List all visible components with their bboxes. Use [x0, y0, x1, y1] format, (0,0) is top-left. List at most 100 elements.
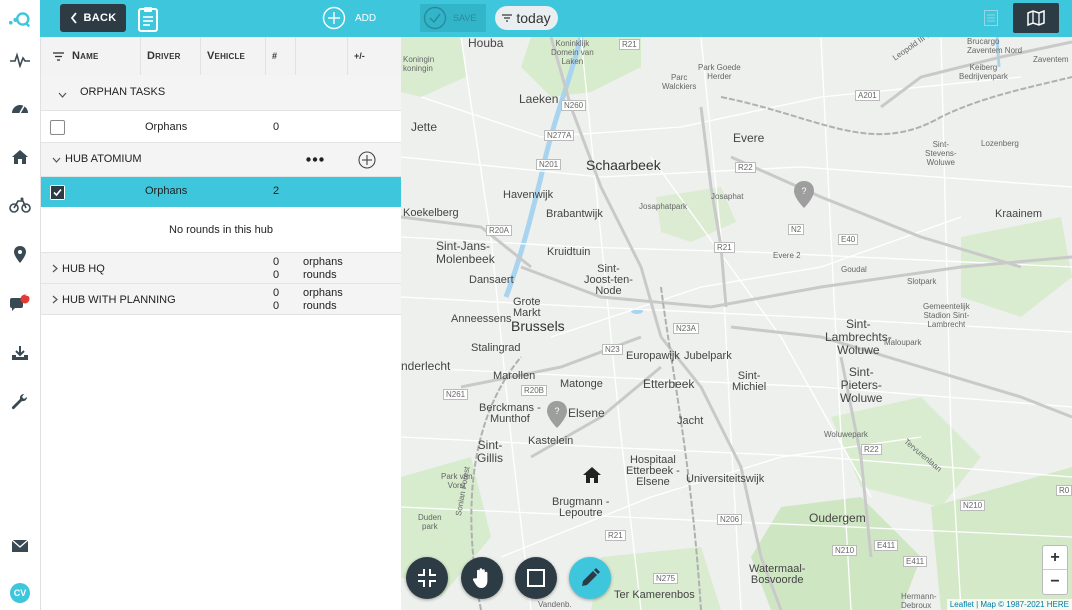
map-label-elsene: Elsene [568, 406, 605, 420]
table-header: Name Driver Vehicle # +/- [41, 37, 401, 76]
draw-button[interactable] [569, 557, 611, 599]
orphans-label: orphans [303, 256, 343, 268]
road-badge: R0 [1056, 485, 1072, 496]
group-hub-atomium[interactable]: HUB ATOMIUM [41, 143, 401, 177]
column-count[interactable]: # [266, 37, 296, 75]
group-title: ORPHAN TASKS [80, 86, 166, 98]
zoom-out-button[interactable]: − [1043, 570, 1067, 593]
bicycle-icon[interactable] [8, 193, 32, 217]
column-vehicle[interactable]: Vehicle [201, 37, 266, 75]
empty-hub-message: No rounds in this hub [169, 224, 273, 236]
map-label-sint-pieters-woluwe: Sint- Pieters- Woluwe [840, 365, 883, 405]
column-plus-minus[interactable]: +/- [348, 37, 401, 75]
map-label-parc-walckiers: Parc Walckiers [662, 73, 697, 91]
wrench-icon[interactable] [8, 390, 32, 414]
map-label-anneessens: Anneessens [451, 313, 512, 325]
map-label-evere: Evere [733, 131, 765, 145]
mail-icon[interactable] [8, 534, 32, 558]
column-name[interactable]: Name [41, 37, 141, 75]
check-circle-icon [423, 6, 447, 30]
map-label-stalingrad: Stalingrad [471, 342, 521, 354]
row-driver: Orphans [145, 185, 188, 197]
empty-hub-message-row: No rounds in this hub [41, 207, 401, 253]
sort-icon [53, 51, 64, 61]
back-label: BACK [83, 12, 117, 24]
map-label-brabantwijk: Brabantwijk [546, 208, 603, 220]
orphans-label: orphans [303, 287, 343, 299]
logo-icon[interactable] [8, 7, 32, 31]
map-label-universiteitswijk: Universiteitswijk [686, 473, 765, 485]
download-icon[interactable] [8, 341, 32, 365]
map-label-ter-kamerenbos: Ter Kamerenbos [614, 589, 695, 601]
rounds-count: 0 [273, 300, 280, 312]
map-label-jacht: Jacht [677, 415, 704, 427]
column-spacer [296, 37, 348, 75]
map-label-kastelein: Kastelein [528, 435, 574, 447]
back-button[interactable]: BACK [60, 4, 126, 32]
add-button[interactable]: ADD [322, 6, 376, 30]
activity-icon[interactable] [8, 48, 32, 72]
chevron-down-icon [52, 157, 61, 163]
plus-circle-icon [322, 6, 346, 30]
road-badge: N275 [653, 573, 679, 584]
date-filter[interactable]: today [495, 6, 558, 30]
map-label-dansaert: Dansaert [469, 274, 514, 286]
dashboard-gauge-icon[interactable] [8, 96, 32, 120]
map-view-button[interactable] [1013, 3, 1059, 33]
map-pin-unknown-1[interactable]: ? [794, 181, 814, 209]
chevron-left-icon [70, 12, 77, 24]
map-label-goudal: Goudal [841, 265, 867, 274]
road-badge: N23 [602, 344, 623, 355]
group-hub-with-planning[interactable]: HUB WITH PLANNING 0 orphans 0 rounds [41, 284, 401, 315]
attribution-link[interactable]: Leaflet | Map © 1987-2021 HERE [950, 600, 1069, 609]
square-select-icon [527, 569, 545, 587]
avatar[interactable]: CV [8, 581, 32, 605]
zoom-in-button[interactable]: + [1043, 546, 1067, 570]
zoom-control: + − [1042, 545, 1068, 595]
map-pin-unknown-2[interactable]: ? [547, 401, 567, 429]
map-label-anderlecht: nderlecht [401, 359, 451, 373]
table-row-selected[interactable]: Orphans 2 [41, 177, 401, 207]
map-label-sint-lambrechts-woluwe: Sint- Lambrechts- Woluwe [825, 317, 892, 357]
group-orphan-tasks[interactable]: ORPHAN TASKS [41, 75, 401, 111]
clipboard-icon[interactable] [137, 6, 159, 37]
list-view-icon[interactable] [984, 10, 998, 31]
group-hub-hq[interactable]: HUB HQ 0 orphans 0 rounds [41, 253, 401, 284]
select-area-button[interactable] [515, 557, 557, 599]
chat-icon[interactable]: 1 [8, 291, 32, 315]
road-badge: N201 [536, 159, 562, 170]
map-label-oudergem: Oudergem [809, 511, 866, 525]
map-label-brucargo: Brucargo Zaventem Nord [967, 37, 1023, 55]
road-badge: N23A [673, 323, 700, 334]
table-row[interactable]: Orphans 0 [41, 111, 401, 143]
map-pin-icon[interactable] [8, 243, 32, 267]
save-button[interactable]: SAVE [420, 4, 486, 32]
map-label-park-goede-herder: Park Goede Herder [698, 63, 741, 81]
column-driver[interactable]: Driver [141, 37, 201, 75]
add-round-icon[interactable] [358, 151, 376, 169]
map-label-evere2: Evere 2 [773, 251, 801, 260]
map-label-berckmans: Berckmans - Munthof [479, 402, 541, 425]
chevron-down-icon [58, 92, 67, 98]
map[interactable]: Houba Laeken Jette Schaarbeek Evere Koek… [401, 37, 1072, 610]
hub-home-icon[interactable] [582, 466, 602, 484]
map-label-dudenpark: Duden park [418, 513, 442, 531]
map-attribution[interactable]: Leaflet | Map © 1987-2021 HERE [946, 599, 1072, 610]
row-checkbox[interactable] [50, 120, 65, 135]
row-checkbox-checked[interactable] [50, 185, 65, 200]
map-label-jubelpark: Jubelpark [684, 350, 732, 362]
road-badge: N210 [832, 545, 858, 556]
map-label-zaventem: Zaventem [1033, 55, 1069, 64]
more-options-icon[interactable] [306, 157, 324, 162]
group-title: HUB HQ [62, 263, 105, 275]
collapse-button[interactable] [406, 557, 448, 599]
pan-mode-button[interactable] [461, 557, 503, 599]
home-icon[interactable] [8, 145, 32, 169]
map-label-koningin: Koningin koningin [403, 55, 435, 73]
map-label-sint-jans-molenbeek: Sint-Jans- Molenbeek [436, 239, 495, 266]
map-label-domein-laken: Koninklijk Domein van Laken [551, 39, 594, 66]
date-filter-label: today [516, 10, 551, 26]
road-badge: R21 [619, 39, 640, 50]
map-label-josaphatpark: Josaphatpark [639, 202, 688, 211]
rounds-panel: ORPHAN TASKS Orphans 0 HUB ATOMIUM Orpha… [41, 75, 401, 610]
